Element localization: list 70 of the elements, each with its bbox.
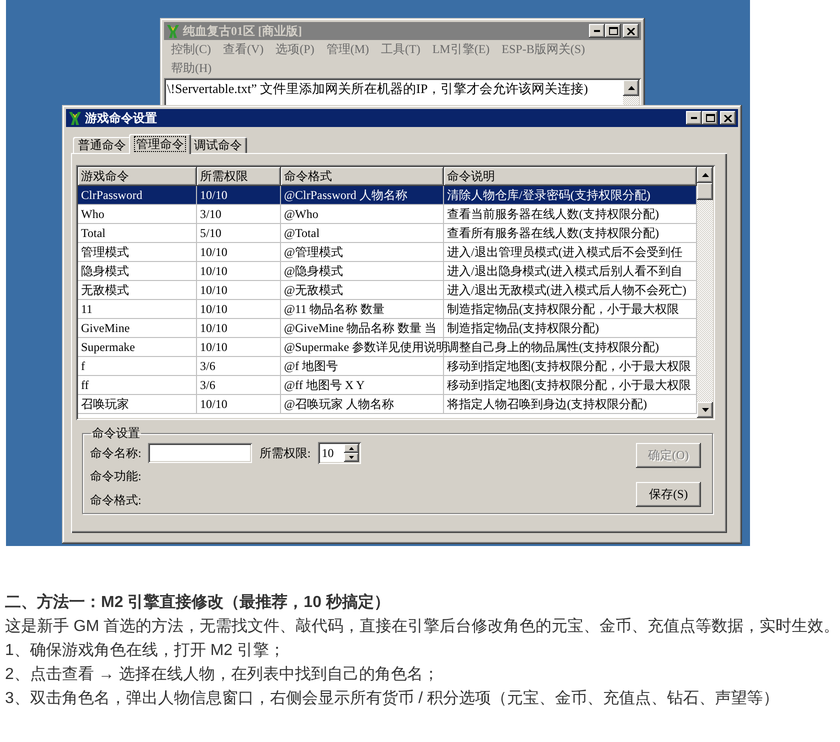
close-button[interactable] <box>720 111 736 125</box>
paragraph: 3、双击角色名，弹出人物信息窗口，右侧会显示所有货币 / 积分选项（元宝、金币、充值点、钻石、声望等） <box>5 688 780 709</box>
minimize-button[interactable] <box>686 111 702 125</box>
field-label: 所需权限: <box>259 446 311 460</box>
field-label: 命令名称: <box>90 446 142 460</box>
up-arrow-icon <box>628 86 634 90</box>
field-label: 命令格式: <box>90 492 142 508</box>
table-row[interactable]: 11 10/10 @11 物品名称 数量 制造指定物品(支持权限分配，小于最大权限 <box>78 300 697 319</box>
paragraph: 2、点击查看 → 选择在线人物，在列表中找到自己的角色名； <box>5 664 439 685</box>
table-cell: 10/10 <box>197 395 281 414</box>
table-row[interactable]: f 3/6 @f 地图号 移动到指定地图(支持权限分配，小于最大权限 <box>78 357 697 376</box>
close-icon <box>724 114 732 122</box>
scroll-thumb[interactable] <box>697 183 713 200</box>
scroll-down-button[interactable] <box>697 402 713 418</box>
menu-item[interactable]: ESP-B版网关(S) <box>496 41 592 58</box>
column-header[interactable]: 游戏命令 <box>78 167 197 186</box>
name-input[interactable] <box>148 443 252 463</box>
tab[interactable]: 管理命令 <box>129 134 191 154</box>
table-cell: 召唤玩家 <box>78 395 197 414</box>
emblem-icon <box>166 24 180 38</box>
menu-item[interactable]: 控制(C) <box>165 41 217 58</box>
down-arrow-icon <box>348 456 354 459</box>
scroll-up-button[interactable] <box>697 167 713 183</box>
column-header[interactable]: 命令格式 <box>281 167 444 186</box>
group-label: 命令设置 <box>91 426 141 441</box>
up-arrow-icon <box>348 447 354 450</box>
table-row[interactable]: 无敌模式 10/10 @无敌模式 进入/退出无敌模式(进入模式后人物不会死亡) <box>78 281 697 300</box>
column-header[interactable]: 命令说明 <box>444 167 697 186</box>
close-icon <box>627 28 635 34</box>
menu-item[interactable]: 查看(V) <box>217 41 270 58</box>
emblem-icon <box>68 110 82 126</box>
save-button[interactable]: 保存(S) <box>636 482 701 507</box>
scroll-up-button[interactable] <box>623 80 639 96</box>
section-heading: 二、方法一：M2 引擎直接修改（最推荐，10 秒搞定） <box>5 592 390 613</box>
table-row[interactable]: 管理模式 10/10 @管理模式 进入/退出管理员模式(进入模式后不会受到任 <box>78 243 697 262</box>
minimize-icon <box>691 117 697 119</box>
maximize-icon <box>608 27 618 35</box>
field-label: 命令功能: <box>90 468 142 484</box>
menu-item[interactable]: LM引擎(E) <box>426 41 496 58</box>
down-arrow-icon <box>702 408 708 412</box>
menu-item[interactable]: 帮助(H) <box>165 60 218 77</box>
paragraph: 1、确保游戏角色在线，打开 M2 引擎； <box>5 640 286 661</box>
minimize-button[interactable] <box>589 24 605 38</box>
spin-up-button[interactable] <box>344 444 359 453</box>
minimize-icon <box>594 30 600 32</box>
maximize-button[interactable] <box>605 24 621 38</box>
table-row[interactable]: ff 3/6 @ff 地图号 X Y 移动到指定地图(支持权限分配，小于最大权限 <box>78 376 697 395</box>
table-row[interactable]: Total 5/10 @Total 查看所有服务器在线人数(支持权限分配) <box>78 224 697 243</box>
table-cell: 将指定人物召唤到身边(支持权限分配) <box>444 395 697 414</box>
maximize-button[interactable] <box>702 111 718 125</box>
maximize-icon <box>706 114 714 122</box>
menu-item[interactable]: 工具(T) <box>375 41 426 58</box>
menu-item[interactable]: 选项(P) <box>270 41 320 58</box>
table-row[interactable]: 隐身模式 10/10 @隐身模式 进入/退出隐身模式(进入模式后别人看不到自 <box>78 262 697 281</box>
up-arrow-icon <box>702 173 708 177</box>
table-row[interactable]: Who 3/10 @Who 查看当前服务器在线人数(支持权限分配) <box>78 205 697 224</box>
table-cell: @召唤玩家 人物名称 <box>281 395 444 414</box>
window-title: 游戏命令设置 <box>85 110 157 126</box>
table-row[interactable]: GiveMine 10/10 @GiveMine 物品名称 数量 当 制造指定物品(支持权限分配) <box>78 319 697 338</box>
paragraph: 这是新手 GM 首选的方法，无需找文件、敲代码，直接在引擎后台修改角色的元宝、金币、充值点等数据，实时生效。 <box>5 616 840 637</box>
spin-down-button[interactable] <box>344 453 359 462</box>
table-row[interactable]: 召唤玩家 10/10 @召唤玩家 人物名称 将指定人物召唤到身边(支持权限分配) <box>78 395 697 414</box>
close-button[interactable] <box>623 24 639 38</box>
table-row[interactable]: ClrPassword 10/10 @ClrPassword 人物名称 清除人物仓库/登录密码(支持权限分配) <box>78 186 697 205</box>
column-header[interactable]: 所需权限 <box>197 167 281 186</box>
tab[interactable]: 调试命令 <box>189 137 247 153</box>
log-line: \!Servertable.txt” 文件里添加网关所在机器的IP，引擎才会允许该网关连接) <box>167 81 588 97</box>
tab[interactable]: 普通命令 <box>73 137 131 153</box>
window-title: 纯血复古01区 [商业版] <box>183 23 302 39</box>
menu-item[interactable]: 管理(M) <box>320 41 376 58</box>
